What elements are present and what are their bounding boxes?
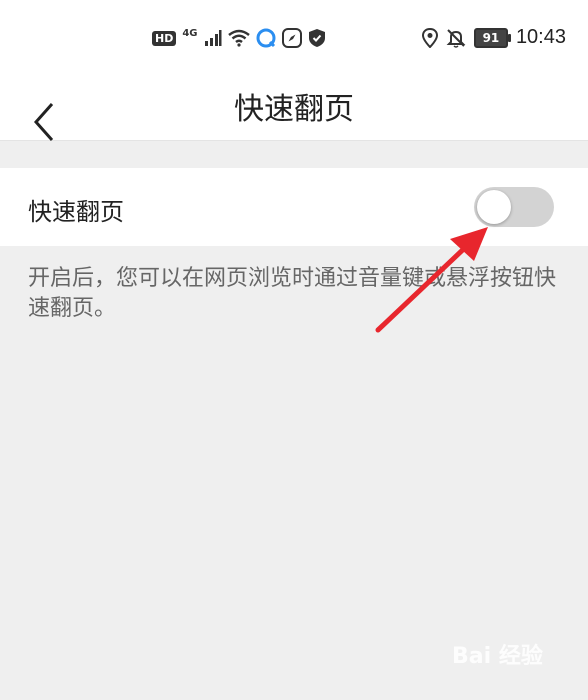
app-header: 快速翻页 [0, 80, 588, 141]
location-icon [421, 27, 438, 48]
annotation-arrow-icon [375, 227, 488, 333]
cell-signal-icon [204, 30, 222, 46]
status-bar-left: HD 4G [152, 28, 326, 48]
browser-app-icon [256, 28, 276, 48]
quick-page-turn-label: 快速翻页 [28, 198, 124, 226]
shield-icon [308, 29, 325, 47]
status-bar: HD 4G 91 10:43 [0, 0, 588, 80]
wifi-icon [227, 29, 250, 47]
watermark: Bai 经验 [452, 644, 543, 669]
hd-badge: HD [152, 30, 177, 46]
status-time: 10:43 [515, 26, 566, 48]
compass-icon [281, 28, 302, 48]
network-type-label: 4G [182, 27, 198, 39]
battery-indicator: 91 [473, 27, 511, 48]
mute-bell-icon [446, 28, 466, 48]
status-bar-right: 91 10:43 [421, 26, 566, 49]
page-title: 快速翻页 [234, 92, 354, 127]
